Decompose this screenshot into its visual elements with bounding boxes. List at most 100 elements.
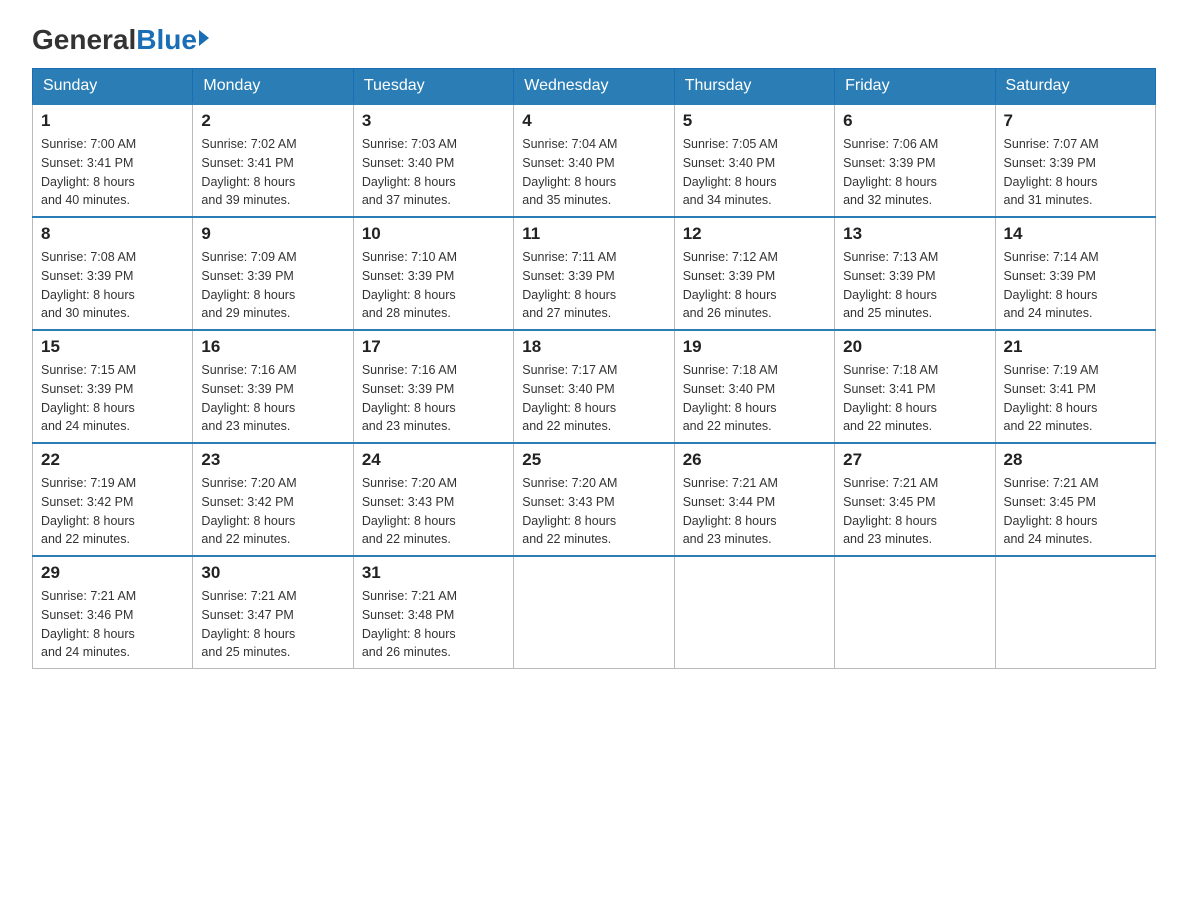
day-info: Sunrise: 7:05 AMSunset: 3:40 PMDaylight:… [683, 135, 826, 210]
day-info: Sunrise: 7:04 AMSunset: 3:40 PMDaylight:… [522, 135, 665, 210]
day-info: Sunrise: 7:00 AMSunset: 3:41 PMDaylight:… [41, 135, 184, 210]
day-number: 23 [201, 450, 344, 470]
day-number: 6 [843, 111, 986, 131]
calendar-cell: 27 Sunrise: 7:21 AMSunset: 3:45 PMDayligh… [835, 443, 995, 556]
logo: General Blue [32, 24, 209, 52]
day-number: 29 [41, 563, 184, 583]
week-row-5: 29Sunrise: 7:21 AMSunset: 3:46 PMDayligh… [33, 556, 1156, 669]
week-row-2: 8 Sunrise: 7:08 AMSunset: 3:39 PMDaylight… [33, 217, 1156, 330]
day-info: Sunrise: 7:13 AMSunset: 3:39 PMDaylight:… [843, 248, 986, 323]
calendar-cell: 9 Sunrise: 7:09 AMSunset: 3:39 PMDaylight… [193, 217, 353, 330]
day-info: Sunrise: 7:21 AMSunset: 3:48 PMDaylight:… [362, 587, 505, 662]
calendar-cell: 10 Sunrise: 7:10 AMSunset: 3:39 PMDayligh… [353, 217, 513, 330]
calendar-cell [674, 556, 834, 669]
day-number: 15 [41, 337, 184, 357]
day-info: Sunrise: 7:15 AMSunset: 3:39 PMDaylight:… [41, 361, 184, 436]
day-number: 19 [683, 337, 826, 357]
calendar-cell: 18Sunrise: 7:17 AMSunset: 3:40 PMDayligh… [514, 330, 674, 443]
calendar-cell: 20 Sunrise: 7:18 AMSunset: 3:41 PMDayligh… [835, 330, 995, 443]
calendar-cell: 12 Sunrise: 7:12 AMSunset: 3:39 PMDayligh… [674, 217, 834, 330]
day-info: Sunrise: 7:12 AMSunset: 3:39 PMDaylight:… [683, 248, 826, 323]
logo-blue-part: Blue [136, 24, 209, 56]
calendar-cell: 16Sunrise: 7:16 AMSunset: 3:39 PMDayligh… [193, 330, 353, 443]
day-info: Sunrise: 7:19 AMSunset: 3:42 PMDaylight:… [41, 474, 184, 549]
day-number: 22 [41, 450, 184, 470]
day-info: Sunrise: 7:21 AMSunset: 3:47 PMDaylight:… [201, 587, 344, 662]
day-number: 9 [201, 224, 344, 244]
calendar-cell [514, 556, 674, 669]
calendar-cell: 22 Sunrise: 7:19 AMSunset: 3:42 PMDayligh… [33, 443, 193, 556]
calendar-cell: 2 Sunrise: 7:02 AMSunset: 3:41 PMDaylight… [193, 104, 353, 217]
weekday-header-tuesday: Tuesday [353, 69, 513, 105]
logo-triangle-icon [199, 30, 209, 46]
day-info: Sunrise: 7:21 AMSunset: 3:44 PMDaylight:… [683, 474, 826, 549]
calendar-cell: 24 Sunrise: 7:20 AMSunset: 3:43 PMDayligh… [353, 443, 513, 556]
calendar-cell: 26 Sunrise: 7:21 AMSunset: 3:44 PMDayligh… [674, 443, 834, 556]
header: General Blue [32, 24, 1156, 52]
calendar-cell: 1 Sunrise: 7:00 AMSunset: 3:41 PMDaylight… [33, 104, 193, 217]
day-number: 20 [843, 337, 986, 357]
day-number: 1 [41, 111, 184, 131]
day-number: 27 [843, 450, 986, 470]
logo-general: General [32, 24, 136, 56]
day-number: 16 [201, 337, 344, 357]
day-info: Sunrise: 7:16 AMSunset: 3:39 PMDaylight:… [362, 361, 505, 436]
calendar-cell: 3Sunrise: 7:03 AMSunset: 3:40 PMDaylight… [353, 104, 513, 217]
calendar-cell: 15 Sunrise: 7:15 AMSunset: 3:39 PMDayligh… [33, 330, 193, 443]
day-number: 2 [201, 111, 344, 131]
logo-text: General Blue [32, 24, 209, 56]
day-number: 4 [522, 111, 665, 131]
weekday-header-row: SundayMondayTuesdayWednesdayThursdayFrid… [33, 69, 1156, 105]
day-number: 26 [683, 450, 826, 470]
day-info: Sunrise: 7:21 AMSunset: 3:45 PMDaylight:… [1004, 474, 1147, 549]
calendar-cell: 29Sunrise: 7:21 AMSunset: 3:46 PMDayligh… [33, 556, 193, 669]
weekday-header-wednesday: Wednesday [514, 69, 674, 105]
calendar-cell: 7 Sunrise: 7:07 AMSunset: 3:39 PMDaylight… [995, 104, 1155, 217]
day-number: 11 [522, 224, 665, 244]
calendar-cell: 28 Sunrise: 7:21 AMSunset: 3:45 PMDayligh… [995, 443, 1155, 556]
calendar-cell [995, 556, 1155, 669]
calendar-cell: 30 Sunrise: 7:21 AMSunset: 3:47 PMDayligh… [193, 556, 353, 669]
calendar-cell: 17 Sunrise: 7:16 AMSunset: 3:39 PMDayligh… [353, 330, 513, 443]
day-number: 10 [362, 224, 505, 244]
day-number: 8 [41, 224, 184, 244]
day-number: 12 [683, 224, 826, 244]
day-info: Sunrise: 7:20 AMSunset: 3:43 PMDaylight:… [522, 474, 665, 549]
day-number: 30 [201, 563, 344, 583]
calendar-cell: 5Sunrise: 7:05 AMSunset: 3:40 PMDaylight… [674, 104, 834, 217]
calendar-cell [835, 556, 995, 669]
weekday-header-friday: Friday [835, 69, 995, 105]
day-number: 17 [362, 337, 505, 357]
day-info: Sunrise: 7:21 AMSunset: 3:45 PMDaylight:… [843, 474, 986, 549]
logo-blue: Blue [136, 24, 197, 56]
day-info: Sunrise: 7:09 AMSunset: 3:39 PMDaylight:… [201, 248, 344, 323]
day-info: Sunrise: 7:02 AMSunset: 3:41 PMDaylight:… [201, 135, 344, 210]
calendar-table: SundayMondayTuesdayWednesdayThursdayFrid… [32, 68, 1156, 669]
day-info: Sunrise: 7:18 AMSunset: 3:41 PMDaylight:… [843, 361, 986, 436]
day-number: 7 [1004, 111, 1147, 131]
day-number: 21 [1004, 337, 1147, 357]
calendar-cell: 21Sunrise: 7:19 AMSunset: 3:41 PMDayligh… [995, 330, 1155, 443]
day-number: 13 [843, 224, 986, 244]
calendar-cell: 14Sunrise: 7:14 AMSunset: 3:39 PMDayligh… [995, 217, 1155, 330]
calendar-cell: 4 Sunrise: 7:04 AMSunset: 3:40 PMDaylight… [514, 104, 674, 217]
day-info: Sunrise: 7:18 AMSunset: 3:40 PMDaylight:… [683, 361, 826, 436]
day-info: Sunrise: 7:08 AMSunset: 3:39 PMDaylight:… [41, 248, 184, 323]
calendar-cell: 13 Sunrise: 7:13 AMSunset: 3:39 PMDayligh… [835, 217, 995, 330]
day-number: 31 [362, 563, 505, 583]
day-number: 25 [522, 450, 665, 470]
day-number: 24 [362, 450, 505, 470]
day-info: Sunrise: 7:17 AMSunset: 3:40 PMDaylight:… [522, 361, 665, 436]
weekday-header-sunday: Sunday [33, 69, 193, 105]
day-info: Sunrise: 7:07 AMSunset: 3:39 PMDaylight:… [1004, 135, 1147, 210]
day-info: Sunrise: 7:20 AMSunset: 3:43 PMDaylight:… [362, 474, 505, 549]
calendar-cell: 8 Sunrise: 7:08 AMSunset: 3:39 PMDaylight… [33, 217, 193, 330]
day-info: Sunrise: 7:20 AMSunset: 3:42 PMDaylight:… [201, 474, 344, 549]
weekday-header-monday: Monday [193, 69, 353, 105]
day-info: Sunrise: 7:10 AMSunset: 3:39 PMDaylight:… [362, 248, 505, 323]
week-row-4: 22 Sunrise: 7:19 AMSunset: 3:42 PMDayligh… [33, 443, 1156, 556]
week-row-1: 1 Sunrise: 7:00 AMSunset: 3:41 PMDaylight… [33, 104, 1156, 217]
calendar-cell: 19 Sunrise: 7:18 AMSunset: 3:40 PMDayligh… [674, 330, 834, 443]
day-number: 28 [1004, 450, 1147, 470]
calendar-cell: 23 Sunrise: 7:20 AMSunset: 3:42 PMDayligh… [193, 443, 353, 556]
